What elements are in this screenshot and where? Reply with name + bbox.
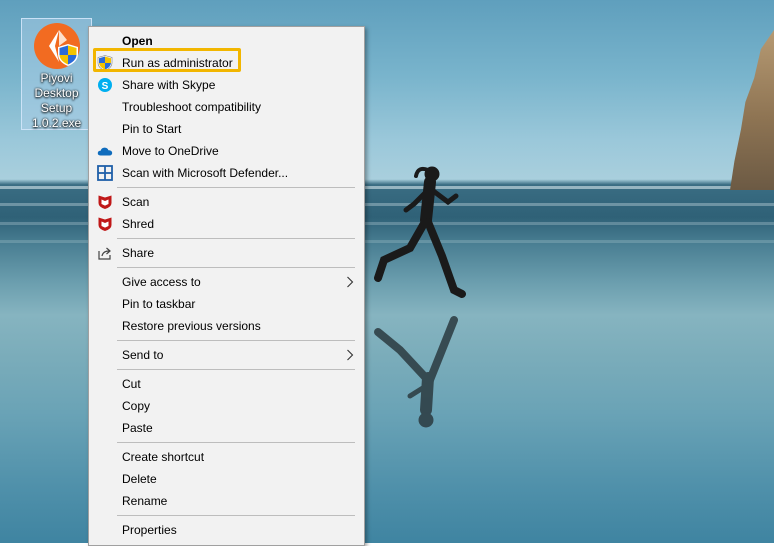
menu-item-label: Share with Skype — [122, 78, 216, 92]
runner-silhouette — [374, 166, 466, 298]
onedrive-cloud-icon — [97, 147, 113, 156]
menu-item-troubleshoot-compatibility[interactable]: Troubleshoot compatibility — [89, 96, 364, 118]
share-icon — [98, 247, 111, 260]
menu-item-scan-with-defender[interactable]: Scan with Microsoft Defender... — [89, 162, 364, 184]
menu-item-pin-to-taskbar[interactable]: Pin to taskbar — [89, 293, 364, 315]
menu-item-paste[interactable]: Paste — [89, 417, 364, 439]
piyovi-app-icon — [34, 23, 80, 69]
menu-item-scan[interactable]: Scan — [89, 191, 364, 213]
skype-icon: S — [98, 78, 112, 92]
menu-item-label: Pin to taskbar — [122, 297, 196, 311]
menu-item-label: Paste — [122, 421, 153, 435]
menu-separator — [117, 187, 355, 188]
defender-icon — [97, 165, 113, 181]
menu-item-label: Rename — [122, 494, 168, 508]
menu-item-label: Share — [122, 246, 155, 260]
menu-item-restore-previous-versions[interactable]: Restore previous versions — [89, 315, 364, 337]
menu-item-label: Shred — [122, 217, 155, 231]
menu-item-label: Troubleshoot compatibility — [122, 100, 261, 114]
menu-item-delete[interactable]: Delete — [89, 468, 364, 490]
menu-item-send-to[interactable]: Send to — [89, 344, 364, 366]
menu-item-label: Create shortcut — [122, 450, 205, 464]
menu-item-share[interactable]: Share — [89, 242, 364, 264]
cliff-rock — [730, 30, 774, 190]
chevron-right-icon — [347, 349, 354, 361]
desktop-icon-label: Piyovi Desktop Setup 1.0.2.exe — [31, 71, 82, 130]
menu-item-create-shortcut[interactable]: Create shortcut — [89, 446, 364, 468]
menu-item-move-to-onedrive[interactable]: Move to OneDrive — [89, 140, 364, 162]
menu-item-label: Restore previous versions — [122, 319, 261, 333]
menu-item-label: Delete — [122, 472, 157, 486]
menu-item-label: Pin to Start — [122, 122, 182, 136]
menu-item-cut[interactable]: Cut — [89, 373, 364, 395]
menu-item-copy[interactable]: Copy — [89, 395, 364, 417]
mcafee-shield-icon — [98, 195, 112, 209]
svg-text:S: S — [102, 81, 109, 92]
runner-reflection — [374, 316, 458, 428]
menu-separator — [117, 267, 355, 268]
menu-item-label: Give access to — [122, 275, 201, 289]
menu-item-label: Copy — [122, 399, 151, 413]
menu-item-label: Scan — [122, 195, 150, 209]
menu-item-label: Scan with Microsoft Defender... — [122, 166, 289, 180]
menu-item-properties[interactable]: Properties — [89, 519, 364, 541]
desktop-file-icon[interactable]: Piyovi Desktop Setup 1.0.2.exe — [21, 18, 92, 130]
chevron-right-icon — [347, 276, 354, 288]
menu-item-give-access-to[interactable]: Give access to — [89, 271, 364, 293]
menu-separator — [117, 442, 355, 443]
menu-separator — [117, 515, 355, 516]
menu-item-label: Send to — [122, 348, 164, 362]
menu-item-label: Move to OneDrive — [122, 144, 219, 158]
highlight-annotation-box — [93, 48, 241, 72]
menu-separator — [117, 369, 355, 370]
menu-item-shred[interactable]: Shred — [89, 213, 364, 235]
mcafee-shield-icon — [98, 217, 112, 231]
menu-item-rename[interactable]: Rename — [89, 490, 364, 512]
menu-item-share-with-skype[interactable]: S Share with Skype — [89, 74, 364, 96]
menu-item-pin-to-start[interactable]: Pin to Start — [89, 118, 364, 140]
context-menu: Open Run as administrator S Share with S… — [88, 26, 365, 546]
menu-item-label: Properties — [122, 523, 177, 537]
menu-item-label: Cut — [122, 377, 141, 391]
menu-separator — [117, 340, 355, 341]
menu-separator — [117, 238, 355, 239]
